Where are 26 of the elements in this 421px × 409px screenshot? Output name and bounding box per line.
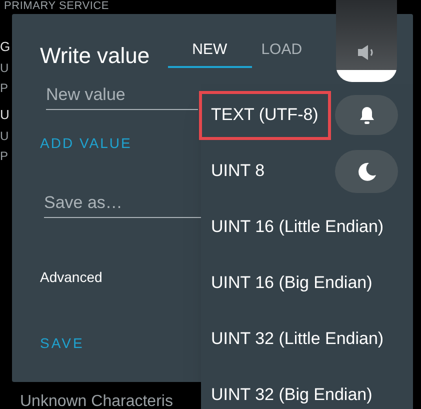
- row-detail: U: [0, 128, 9, 145]
- save-as-field[interactable]: Save as…: [44, 188, 202, 218]
- add-value-button[interactable]: ADD VALUE: [40, 133, 132, 154]
- row-detail: P: [0, 148, 8, 165]
- tab[interactable]: NEW: [168, 34, 252, 68]
- menu-item[interactable]: TEXT (UTF-8): [199, 90, 332, 140]
- row-detail: P: [0, 80, 8, 97]
- advanced-label[interactable]: Advanced: [40, 269, 102, 285]
- row-title: U: [0, 106, 10, 124]
- tab[interactable]: LOAD: [252, 34, 312, 68]
- value-field[interactable]: New value: [46, 80, 198, 110]
- bell-icon: [358, 106, 374, 124]
- save-button[interactable]: SAVE: [40, 333, 84, 354]
- row-title: G: [0, 38, 10, 56]
- dialog-title: Write value: [40, 42, 150, 70]
- menu-item[interactable]: UINT 32 (Big Endian): [201, 370, 378, 409]
- menu-item[interactable]: UINT 16 (Big Endian): [201, 258, 378, 308]
- row-detail: U: [0, 60, 9, 77]
- menu-item[interactable]: UINT 16 (Little Endian): [201, 202, 390, 252]
- menu-item[interactable]: UINT 32 (Little Endian): [201, 314, 390, 364]
- section-header: PRIMARY SERVICE: [3, 0, 110, 12]
- moon-icon: [356, 162, 376, 182]
- characteristic-title: Unknown Characteris: [20, 393, 173, 409]
- volume-slider[interactable]: [336, 0, 397, 82]
- menu-item[interactable]: UINT 8: [201, 146, 271, 196]
- speaker-icon: [357, 44, 375, 61]
